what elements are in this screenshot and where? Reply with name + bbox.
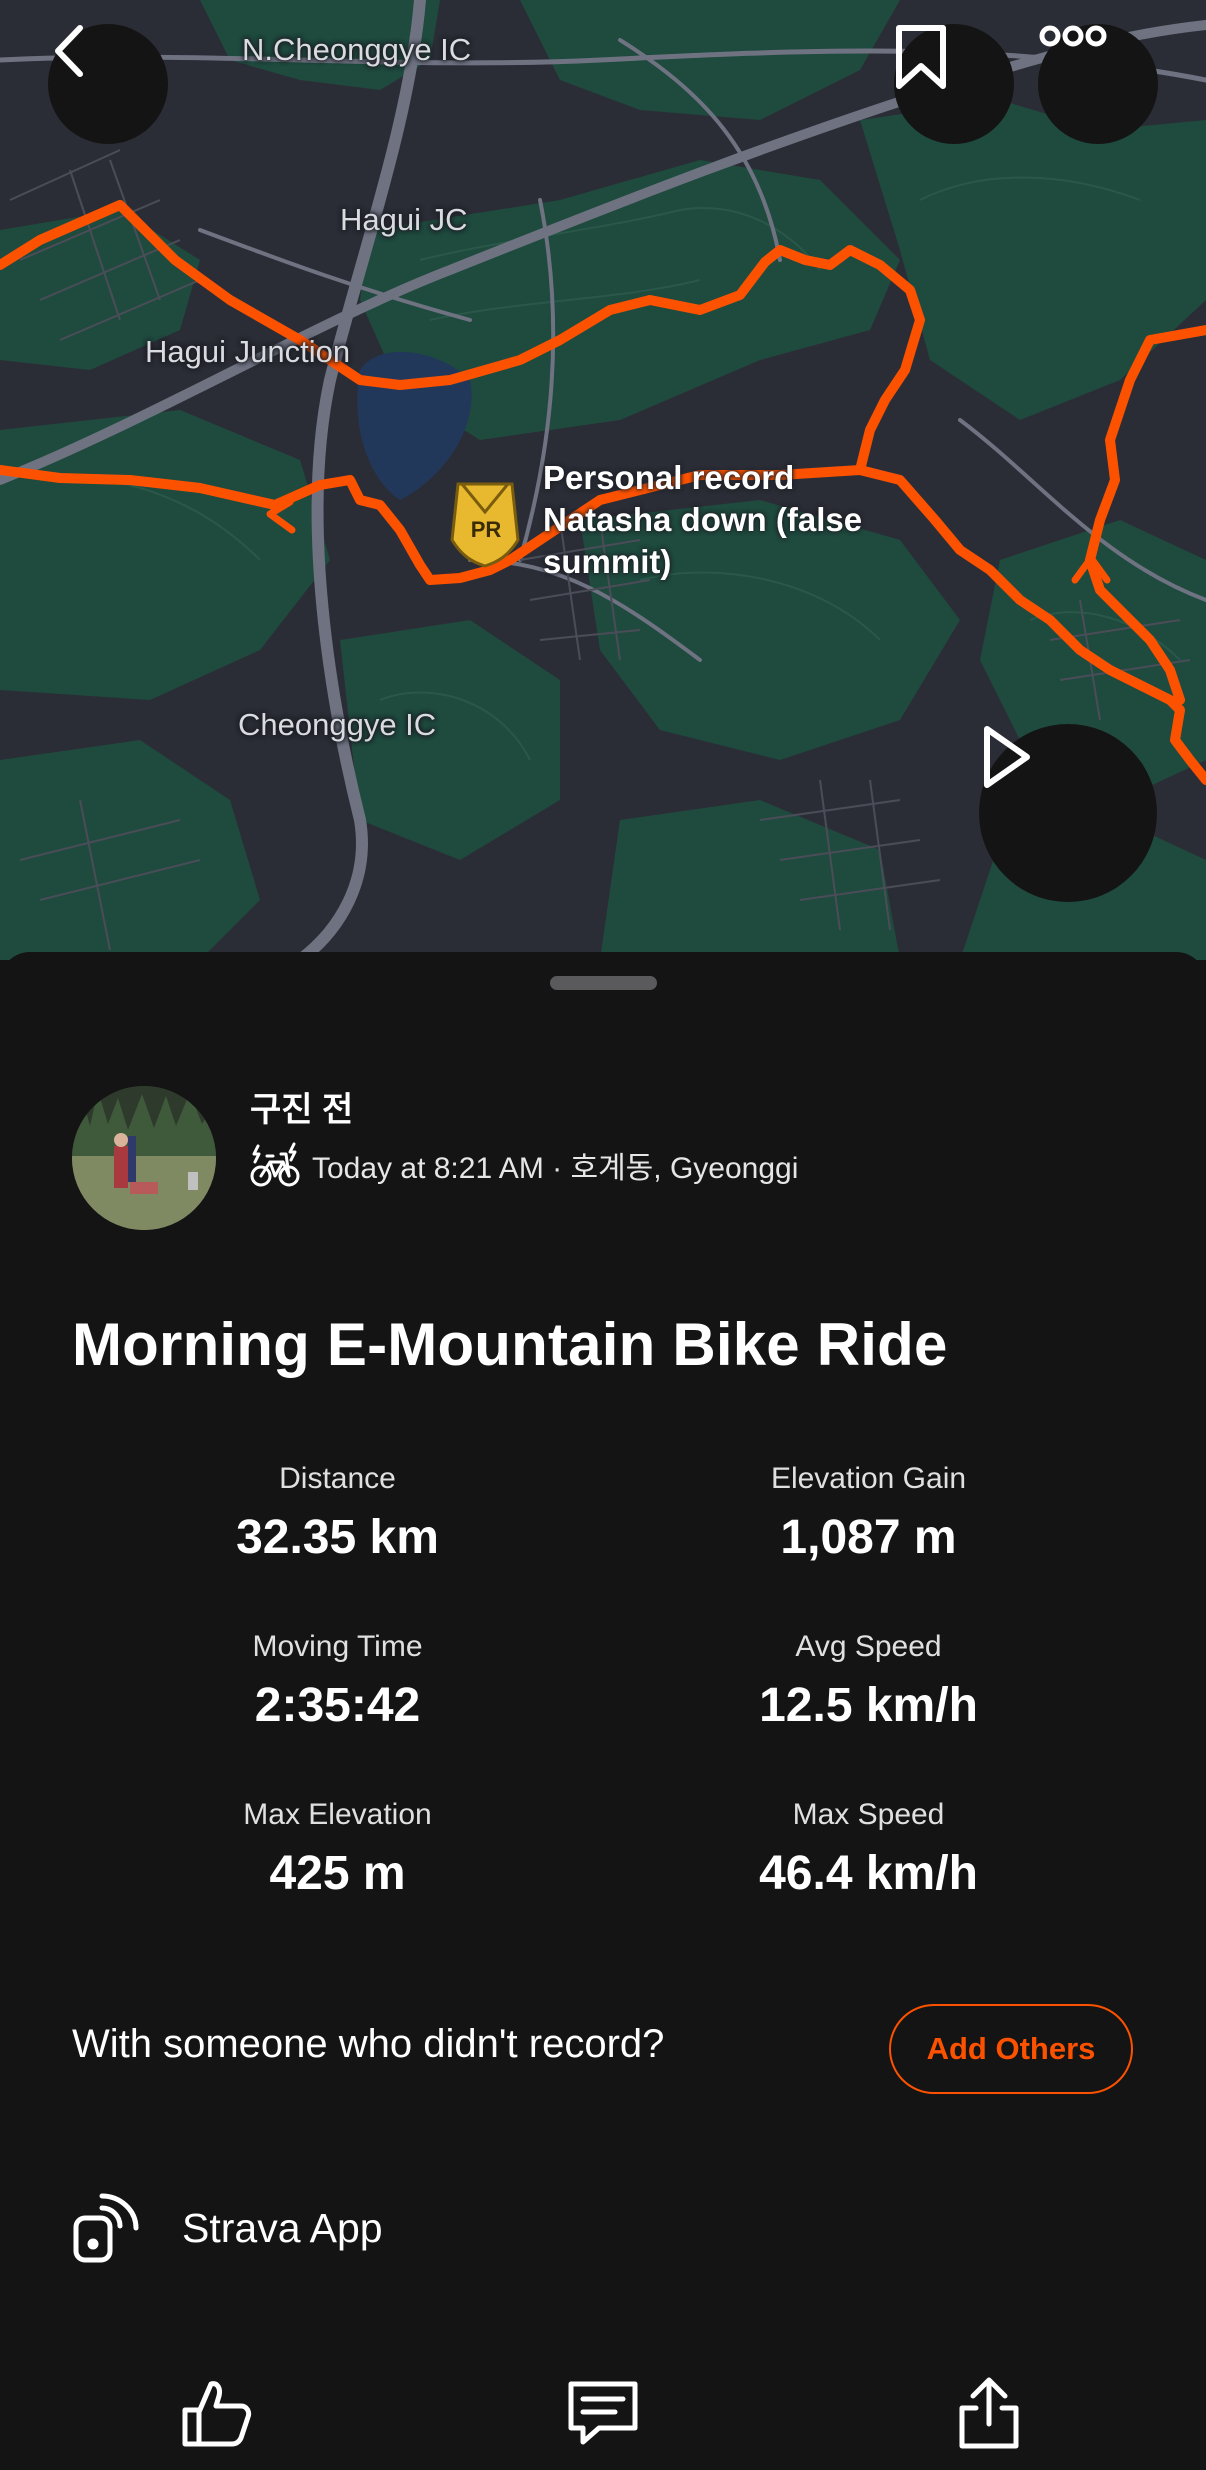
bookmark-icon — [896, 25, 946, 89]
personal-record-annotation[interactable]: Personal record Natasha down (false summ… — [543, 457, 903, 583]
back-button[interactable] — [48, 24, 168, 144]
stat-avg-speed: Avg Speed 12.5 km/h — [603, 1630, 1134, 1733]
stat-label: Distance — [279, 1462, 396, 1495]
stat-label: Avg Speed — [795, 1630, 942, 1663]
map-label-hagui-jc: Hagui JC — [340, 202, 468, 237]
pr-badge-text: PR — [470, 517, 502, 542]
pr-annotation-line1: Personal record — [543, 459, 795, 496]
stat-label: Moving Time — [252, 1630, 423, 1663]
share-icon — [959, 2377, 1019, 2449]
map-label-cheonggye-ic: Cheonggye IC — [238, 707, 437, 742]
play-icon — [984, 726, 1030, 788]
stat-value: 32.35 km — [236, 1511, 439, 1564]
back-icon — [55, 25, 83, 77]
activity-details-sheet: 구진 전 Today at 8:21 AM · 호계동, Gyeonggi Mo… — [0, 952, 1206, 2470]
map-label-n-cheonggye-ic: N.Cheonggye IC — [242, 32, 472, 67]
add-others-button[interactable]: Add Others — [889, 2004, 1133, 2094]
stat-distance: Distance 32.35 km — [72, 1462, 603, 1565]
thumbs-up-icon — [182, 2381, 252, 2447]
stat-value: 46.4 km/h — [759, 1847, 978, 1900]
activity-meta: Today at 8:21 AM · 호계동, Gyeonggi — [250, 1142, 798, 1188]
recording-device: Strava App — [72, 2192, 383, 2264]
device-name: Strava App — [182, 2204, 383, 2251]
flyover-play-button[interactable] — [979, 724, 1157, 902]
device-wireless-icon — [73, 2193, 139, 2263]
athlete-avatar[interactable] — [72, 1086, 216, 1230]
stat-value: 1,087 m — [780, 1511, 957, 1564]
stat-max-elevation: Max Elevation 425 m — [72, 1798, 603, 1901]
group-activity-prompt: With someone who didn't record? — [72, 2022, 665, 2066]
stat-label: Max Speed — [792, 1798, 945, 1831]
stat-label: Max Elevation — [243, 1798, 432, 1831]
bookmark-button[interactable] — [894, 24, 1014, 144]
stat-value: 425 m — [269, 1847, 406, 1900]
more-options-button[interactable] — [1038, 24, 1158, 144]
kudos-button[interactable] — [171, 2368, 261, 2458]
comment-button[interactable] — [558, 2368, 648, 2458]
stat-max-speed: Max Speed 46.4 km/h — [603, 1798, 1134, 1901]
pr-annotation-line2: Natasha down (false — [543, 501, 863, 538]
social-action-bar — [0, 2350, 1206, 2470]
activity-title[interactable]: Morning E-Mountain Bike Ride — [72, 1310, 948, 1379]
pr-annotation-line3: summit) — [543, 543, 672, 580]
stat-elevation-gain: Elevation Gain 1,087 m — [603, 1462, 1134, 1565]
stat-value: 2:35:42 — [254, 1679, 421, 1732]
map-label-hagui-junction: Hagui Junction — [145, 334, 351, 369]
activity-time-location: Today at 8:21 AM · 호계동, Gyeonggi — [312, 1152, 799, 1185]
stat-moving-time: Moving Time 2:35:42 — [72, 1630, 603, 1733]
sheet-drag-handle[interactable] — [550, 976, 657, 990]
athlete-name[interactable]: 구진 전 — [250, 1082, 353, 1131]
stat-value: 12.5 km/h — [759, 1679, 978, 1732]
stat-label: Elevation Gain — [770, 1462, 967, 1495]
avatar-photo — [72, 1086, 216, 1230]
share-button[interactable] — [944, 2368, 1034, 2458]
comment-icon — [568, 2381, 638, 2445]
more-icon — [1039, 25, 1107, 47]
route-map[interactable]: PR N.Cheonggye IC Hagui JC Hagui Junctio… — [0, 0, 1206, 960]
e-mountain-bike-icon — [250, 1142, 300, 1187]
activity-detail-screen: PR N.Cheonggye IC Hagui JC Hagui Junctio… — [0, 0, 1206, 2470]
